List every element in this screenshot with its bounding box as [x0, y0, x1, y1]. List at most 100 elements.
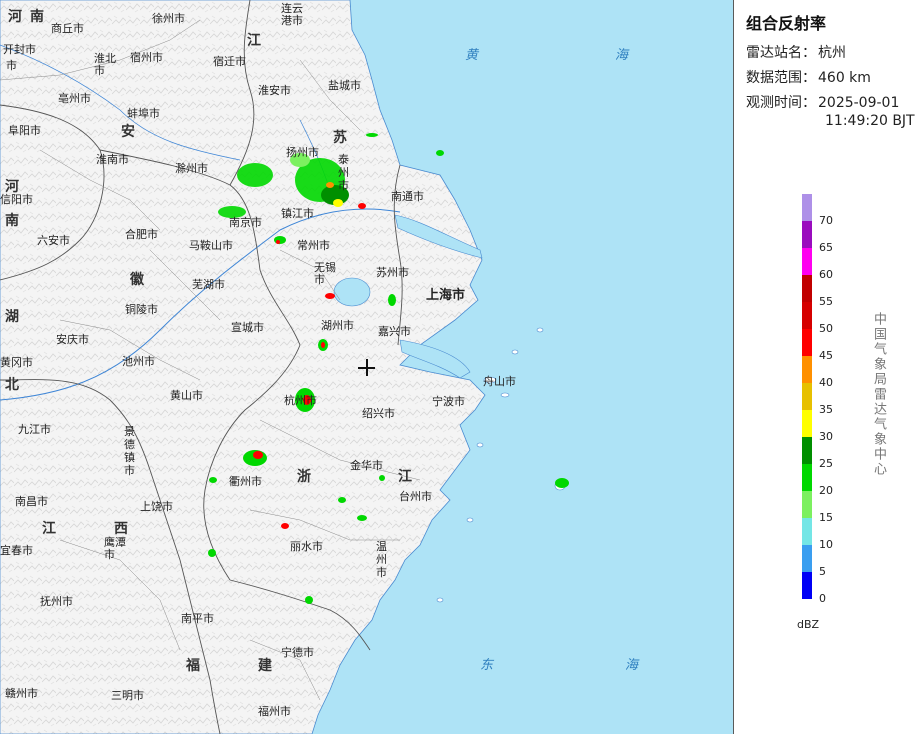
province-label-zhejiang-2: 江	[398, 469, 413, 485]
city-label-huaibei: 淮北市	[94, 52, 116, 77]
legend-swatch-0	[802, 572, 812, 599]
legend-label-45: 45	[819, 349, 833, 362]
legend-label-15: 15	[819, 511, 833, 524]
city-label-kaifeng: 开封市	[3, 43, 36, 56]
legend-swatch-5	[802, 545, 812, 572]
city-label-xinyang: 信阳市	[0, 193, 33, 206]
city-label-wuhu: 芜湖市	[192, 278, 225, 291]
legend-label-25: 25	[819, 457, 833, 470]
legend-unit: dBZ	[797, 618, 820, 631]
city-label-hefei: 合肥市	[125, 228, 158, 241]
city-label-shangqiu: 商丘市	[51, 22, 84, 35]
time-clock: 11:49:20 BJT	[825, 113, 915, 129]
sea-label-donghai-2: 海	[625, 658, 639, 673]
legend-swatch-15	[802, 491, 812, 518]
info-panel: 组合反射率 雷达站名： 杭州 数据范围： 460 km 观测时间： 2025-09-0…	[735, 0, 924, 734]
province-label-henan-1: 河	[8, 9, 23, 25]
legend-label-30: 30	[819, 430, 833, 443]
city-label-suzhou-ah: 宿州市	[130, 51, 163, 64]
city-label-bengbu: 蚌埠市	[127, 107, 160, 120]
city-label-taizhou-js: 泰州市	[338, 153, 349, 192]
radar-map[interactable]: 黄 海 东 海 河 南 江 苏 安 徽 河 南 湖 北 浙 江 江 西 福 建 …	[0, 0, 734, 734]
product-title: 组合反射率	[746, 14, 827, 33]
city-label-taizhou-zj: 台州市	[399, 490, 432, 503]
province-label-henan-2: 南	[30, 9, 45, 25]
province-label-anhui-2: 徽	[130, 272, 145, 288]
city-label-huainan: 淮南市	[96, 153, 129, 166]
legend-swatch-25	[802, 437, 812, 464]
legend-swatch-45	[802, 329, 812, 356]
range-row: 数据范围： 460 km	[746, 67, 871, 87]
province-label-hubei-2: 北	[5, 377, 20, 393]
city-label-nanping: 南平市	[181, 612, 214, 625]
city-label-huzhou: 湖州市	[321, 319, 354, 332]
city-label-nanjing: 南京市	[229, 216, 262, 229]
city-label-suzhou-js: 苏州市	[376, 266, 409, 279]
city-label-shaoxing: 绍兴市	[362, 407, 395, 420]
radar-station-crosshair-icon	[358, 359, 375, 376]
time-date: 2025-09-01	[818, 95, 900, 111]
city-label-tongling: 铜陵市	[125, 303, 158, 316]
city-label-huaian: 淮安市	[258, 84, 291, 97]
city-label-nantong: 南通市	[391, 190, 424, 203]
city-label-maanshan: 马鞍山市	[189, 239, 233, 252]
province-label-jiangxi-2: 西	[114, 521, 129, 537]
time-label: 观测时间：	[746, 95, 816, 111]
land-mass	[0, 0, 486, 734]
city-label-ningbo: 宁波市	[432, 395, 465, 408]
city-label-yichun: 宜春市	[0, 544, 33, 557]
sea-label-donghai-1: 东	[480, 658, 494, 673]
city-label-fuyang: 阜阳市	[8, 124, 41, 137]
city-label-shanghai: 上海市	[426, 288, 466, 303]
province-label-fujian-2: 建	[258, 658, 273, 674]
organization-label: 中国气象局雷达气象中心	[871, 312, 886, 477]
city-label-lianyungang: 连云港市	[281, 2, 303, 27]
legend-label-50: 50	[819, 322, 833, 335]
station-row: 雷达站名： 杭州	[746, 42, 846, 62]
sea-label-huanghai-2: 海	[615, 48, 629, 63]
legend-swatch-70	[802, 194, 812, 221]
city-label-wuxi: 无锡市	[314, 261, 336, 286]
legend-swatch-10	[802, 518, 812, 545]
legend-swatch-30	[802, 410, 812, 437]
legend-swatch-65	[802, 221, 812, 248]
city-label-shi: 市	[6, 59, 17, 72]
legend-swatch-50	[802, 302, 812, 329]
legend-label-40: 40	[819, 376, 833, 389]
legend-label-35: 35	[819, 403, 833, 416]
city-label-fuzhou-fj: 福州市	[258, 705, 291, 718]
city-label-huangshan: 黄山市	[170, 389, 203, 402]
city-label-chizhou: 池州市	[122, 355, 155, 368]
city-label-suqian: 宿迁市	[213, 55, 246, 68]
city-label-wenzhou: 温州市	[376, 540, 387, 579]
legend-label-20: 20	[819, 484, 833, 497]
legend-label-10: 10	[819, 538, 833, 551]
time-row: 观测时间： 2025-09-01	[746, 92, 899, 112]
city-label-jiujiang: 九江市	[18, 423, 51, 436]
province-label-jiangsu-1: 江	[247, 33, 262, 49]
city-label-zhenjiang: 镇江市	[281, 207, 314, 220]
province-label-hubei-1: 湖	[5, 309, 20, 325]
city-label-fuzhou-jx: 抚州市	[40, 595, 73, 608]
legend-label-55: 55	[819, 295, 833, 308]
range-value: 460 km	[818, 70, 871, 86]
legend-swatch-60	[802, 248, 812, 275]
city-label-shangrao: 上饶市	[140, 500, 173, 513]
sea-label-huanghai-1: 黄	[465, 48, 479, 63]
city-label-liuan: 六安市	[37, 234, 70, 247]
legend-label-5: 5	[819, 565, 826, 578]
province-label-jiangsu-2: 苏	[333, 130, 348, 146]
province-label-zhejiang-1: 浙	[297, 469, 312, 485]
legend-swatch-55	[802, 275, 812, 302]
city-label-yancheng: 盐城市	[328, 79, 361, 92]
legend-swatch-35	[802, 383, 812, 410]
city-label-ningde: 宁德市	[281, 646, 314, 659]
province-label-jiangxi-1: 江	[42, 521, 57, 537]
legend-swatch-20	[802, 464, 812, 491]
city-label-huanggang: 黄冈市	[0, 356, 33, 369]
city-label-zhoushan: 舟山市	[483, 375, 516, 388]
province-label-fujian-1: 福	[186, 658, 201, 674]
province-label-henan-left-2: 南	[5, 213, 20, 229]
city-label-xuancheng: 宣城市	[231, 321, 264, 334]
city-label-sanming: 三明市	[111, 689, 144, 702]
